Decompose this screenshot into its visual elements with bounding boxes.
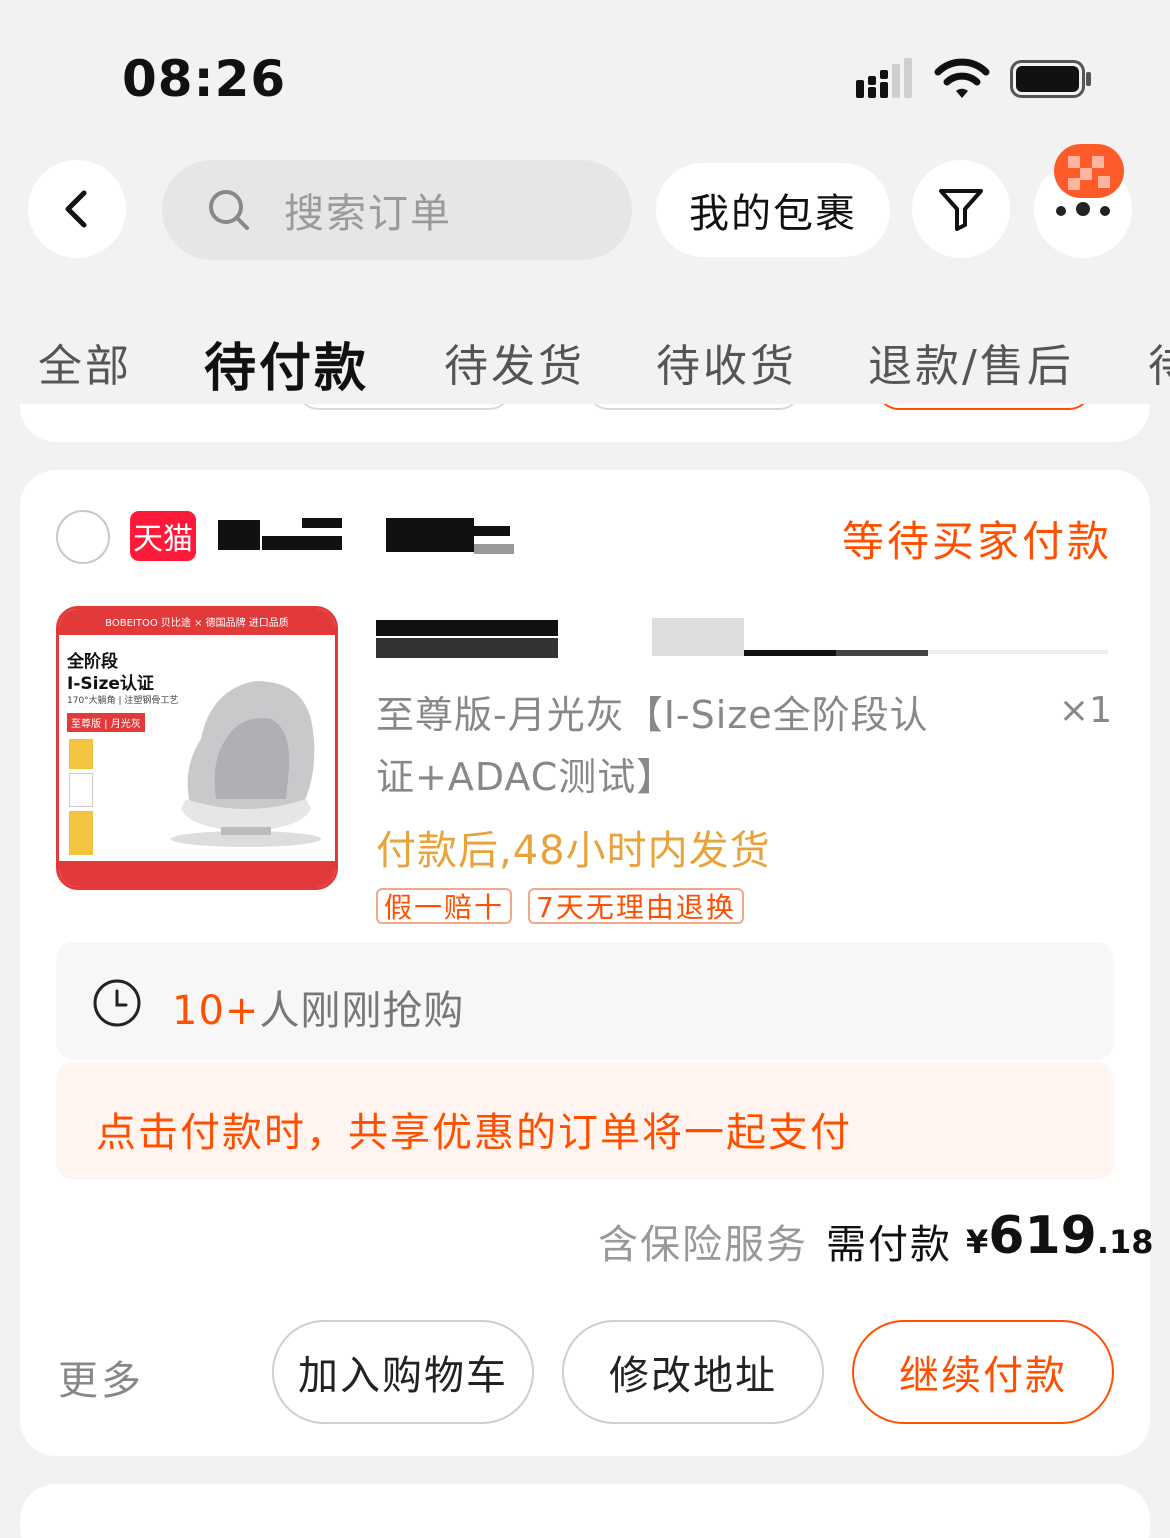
product-quantity: ×1 xyxy=(1058,690,1112,731)
shipping-note: 付款后,48小时内发货 xyxy=(376,828,771,874)
my-packages-button[interactable]: 我的包裹 xyxy=(656,163,890,257)
tmall-badge: 天猫 xyxy=(130,511,196,561)
product-image-brand: BOBEITOO 贝比途 × 德国品牌 进口品质 xyxy=(105,618,289,629)
search-icon xyxy=(209,190,249,230)
tab-pending-payment[interactable]: 待付款 xyxy=(204,326,369,401)
tab-more[interactable]: 待 xyxy=(1148,330,1170,394)
product-title-redacted[interactable] xyxy=(376,618,1116,660)
search-placeholder: 搜索订单 xyxy=(284,191,452,237)
product-image-headline: 全阶段 I-Size认证 xyxy=(67,652,154,694)
battery-icon xyxy=(1010,60,1091,98)
wifi-icon xyxy=(934,58,990,98)
tag-7day-return: 7天无理由退换 xyxy=(528,888,744,924)
next-order-card xyxy=(20,1484,1150,1538)
product-image[interactable]: BOBEITOO 贝比途 × 德国品牌 进口品质 全阶段 I-Size认证 17… xyxy=(56,606,338,890)
tab-refund-aftersale[interactable]: 退款/售后 xyxy=(868,330,1074,394)
shop-name-redacted[interactable] xyxy=(218,516,558,558)
clock-icon xyxy=(93,979,141,1027)
notice-text: 点击付款时，共享优惠的订单将一起支付 xyxy=(96,1110,852,1156)
more-actions-link[interactable]: 更多 xyxy=(58,1348,144,1406)
add-to-cart-button[interactable]: 加入购物车 xyxy=(272,1320,534,1424)
previous-order-card xyxy=(20,404,1150,442)
select-order-checkbox[interactable] xyxy=(56,510,110,564)
product-sku: 至尊版-月光灰【I-Size全阶段认证+ADAC测试】 xyxy=(376,693,929,799)
product-image-edition: 至尊版 | 月光灰 xyxy=(67,713,145,732)
tab-pending-shipment[interactable]: 待发货 xyxy=(444,330,585,394)
shared-discount-notice: 点击付款时，共享优惠的订单将一起支付 xyxy=(56,1062,1114,1180)
tag-fake-compensation: 假一赔十 xyxy=(376,888,513,924)
filter-icon xyxy=(939,189,983,231)
back-button[interactable] xyxy=(28,160,126,258)
notification-badge xyxy=(1054,144,1124,198)
tab-all[interactable]: 全部 xyxy=(38,330,132,394)
order-price: ¥619.18 xyxy=(966,1206,1154,1266)
need-pay-label: 需付款 xyxy=(826,1222,952,1268)
car-seat-illustration xyxy=(171,681,321,847)
recent-purchases-text: 10+人刚刚抢购 xyxy=(172,988,465,1034)
recent-purchases-strip: 10+人刚刚抢购 xyxy=(56,942,1114,1060)
back-icon xyxy=(65,190,87,228)
more-dots-icon xyxy=(1056,202,1110,216)
tab-pending-receipt[interactable]: 待收货 xyxy=(656,330,797,394)
insurance-label: 含保险服务 xyxy=(598,1222,808,1268)
signal-icon xyxy=(856,58,912,98)
change-address-button[interactable]: 修改地址 xyxy=(562,1320,824,1424)
status-time: 08:26 xyxy=(122,50,287,108)
order-status: 等待买家付款 xyxy=(841,517,1112,566)
search-input[interactable]: 搜索订单 xyxy=(162,160,632,260)
continue-payment-button[interactable]: 继续付款 xyxy=(852,1320,1114,1424)
filter-button[interactable] xyxy=(912,160,1010,258)
